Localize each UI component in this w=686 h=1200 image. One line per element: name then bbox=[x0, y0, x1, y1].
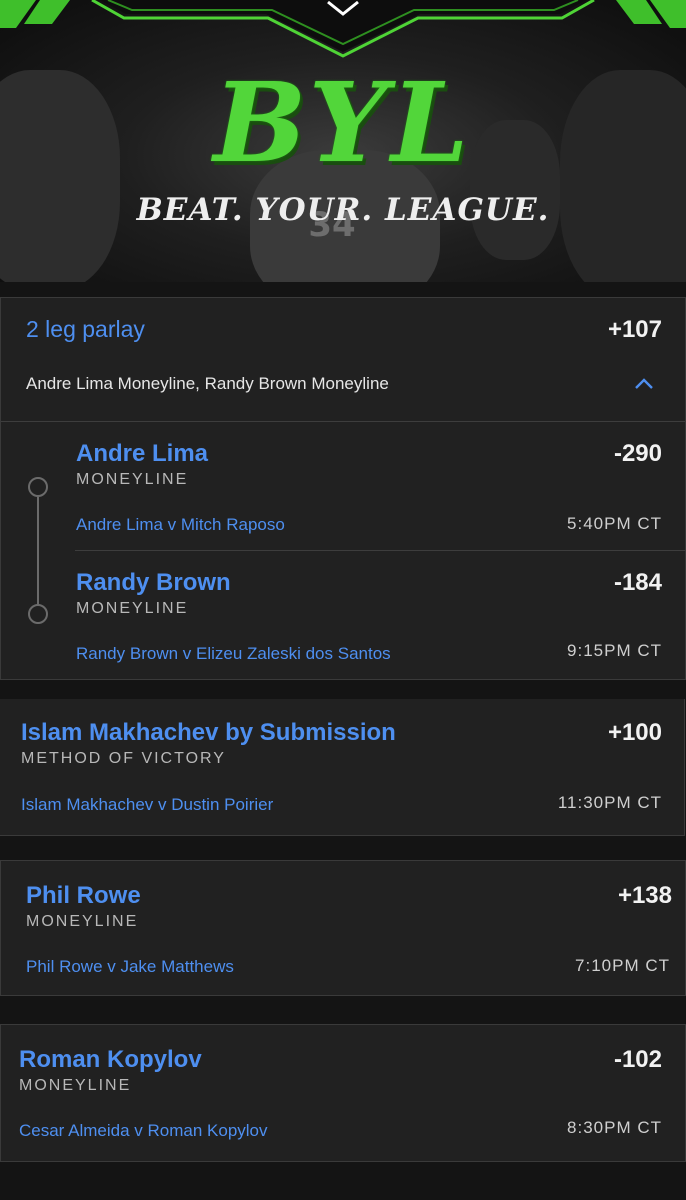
byl-logo: BYL bbox=[213, 58, 473, 187]
byl-banner: 34 BYL BEAT. YOUR. LEAGUE. bbox=[0, 0, 686, 282]
leg-marker-icon bbox=[28, 477, 48, 497]
leg-time: 9:15PM CT bbox=[567, 641, 662, 660]
leg-pick: Randy Brown bbox=[76, 569, 231, 596]
leg-divider bbox=[75, 550, 686, 551]
bet-time: 8:30PM CT bbox=[567, 1118, 662, 1137]
chevron-up-icon[interactable] bbox=[634, 376, 654, 390]
bet-pick: Roman Kopylov bbox=[19, 1046, 202, 1073]
leg-matchup[interactable]: Andre Lima v Mitch Raposo bbox=[76, 515, 285, 535]
leg-odds: -290 bbox=[613, 440, 662, 467]
bet-odds: +100 bbox=[607, 719, 662, 746]
bet-market: MONEYLINE bbox=[19, 1077, 132, 1094]
bet-matchup[interactable]: Islam Makhachev v Dustin Poirier bbox=[21, 795, 273, 815]
leg-market: MONEYLINE bbox=[76, 471, 189, 488]
bet-market: METHOD OF VICTORY bbox=[21, 750, 226, 767]
leg-time: 5:40PM CT bbox=[567, 514, 662, 533]
bet-odds: +138 bbox=[617, 882, 672, 909]
parlay-summary: Andre Lima Moneyline, Randy Brown Moneyl… bbox=[26, 374, 389, 393]
banner-chevron-decoration bbox=[0, 0, 686, 58]
bet-pick: Phil Rowe bbox=[26, 882, 141, 909]
parlay-title: 2 leg parlay bbox=[26, 316, 145, 342]
bet-time: 11:30PM CT bbox=[557, 793, 662, 812]
parlay-odds: +107 bbox=[607, 316, 662, 343]
parlay-divider bbox=[1, 421, 685, 422]
leg-market: MONEYLINE bbox=[76, 600, 189, 617]
bet-odds: -102 bbox=[613, 1046, 662, 1073]
bet-market: MONEYLINE bbox=[26, 913, 139, 930]
leg-odds: -184 bbox=[613, 569, 662, 596]
leg-marker-icon bbox=[28, 604, 48, 624]
bet-pick: Islam Makhachev by Submission bbox=[21, 719, 396, 746]
leg-matchup[interactable]: Randy Brown v Elizeu Zaleski dos Santos bbox=[76, 644, 391, 664]
bet-time: 7:10PM CT bbox=[575, 956, 670, 975]
bet-matchup[interactable]: Cesar Almeida v Roman Kopylov bbox=[19, 1121, 268, 1141]
leg-pick: Andre Lima bbox=[76, 440, 209, 467]
bet-matchup[interactable]: Phil Rowe v Jake Matthews bbox=[26, 957, 234, 977]
byl-tagline: BEAT. YOUR. LEAGUE. bbox=[136, 192, 550, 228]
parlay-leg-connector bbox=[37, 497, 39, 614]
